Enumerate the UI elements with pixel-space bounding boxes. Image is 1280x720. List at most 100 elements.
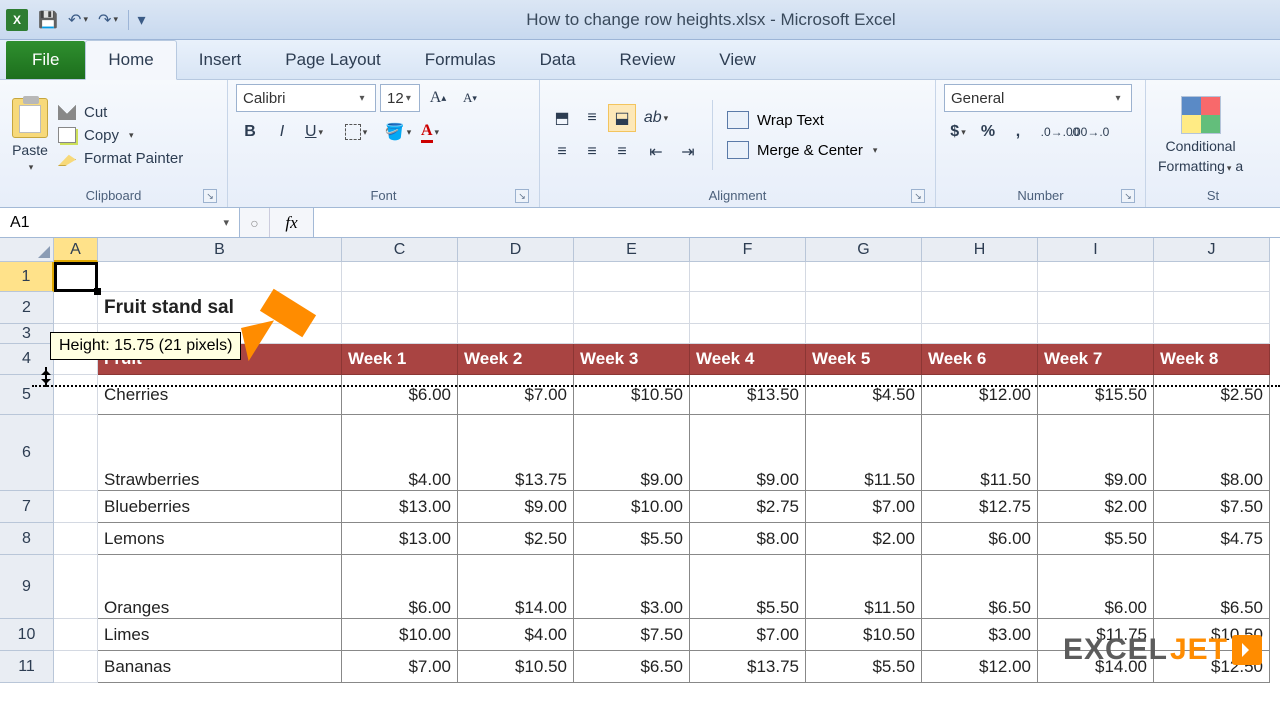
cell[interactable] bbox=[1154, 262, 1270, 292]
column-header[interactable]: I bbox=[1038, 238, 1154, 262]
tab-page-layout[interactable]: Page Layout bbox=[263, 41, 402, 79]
bold-button[interactable]: B bbox=[236, 118, 264, 146]
align-center-button[interactable]: ≡ bbox=[578, 138, 606, 166]
cell[interactable]: Week 5 bbox=[806, 344, 922, 375]
cell[interactable]: $11.50 bbox=[806, 555, 922, 619]
cell[interactable]: $12.75 bbox=[922, 491, 1038, 523]
fx-icon[interactable]: fx bbox=[270, 208, 314, 237]
name-box[interactable]: A1▾ bbox=[0, 208, 240, 237]
cell[interactable] bbox=[574, 292, 690, 324]
cell[interactable] bbox=[922, 324, 1038, 344]
cell[interactable]: $9.00 bbox=[690, 415, 806, 491]
tab-insert[interactable]: Insert bbox=[177, 41, 264, 79]
tab-formulas[interactable]: Formulas bbox=[403, 41, 518, 79]
cell[interactable]: $13.00 bbox=[342, 491, 458, 523]
dialog-launcher-icon[interactable]: ↘ bbox=[203, 189, 217, 203]
cell[interactable] bbox=[690, 292, 806, 324]
column-header[interactable]: C bbox=[342, 238, 458, 262]
tab-view[interactable]: View bbox=[697, 41, 778, 79]
cell[interactable]: Lemons bbox=[98, 523, 342, 555]
cell[interactable]: $9.00 bbox=[458, 491, 574, 523]
cell[interactable]: $6.00 bbox=[922, 523, 1038, 555]
cell[interactable]: $7.50 bbox=[574, 619, 690, 651]
cell[interactable]: $3.00 bbox=[574, 555, 690, 619]
percent-format-button[interactable]: % bbox=[974, 118, 1002, 146]
qat-customize-icon[interactable]: ▾ bbox=[128, 10, 148, 30]
undo-icon[interactable]: ↶▾ bbox=[68, 10, 88, 30]
cell[interactable]: $10.50 bbox=[806, 619, 922, 651]
column-header[interactable]: J bbox=[1154, 238, 1270, 262]
underline-button[interactable]: U▾ bbox=[300, 118, 328, 146]
merge-center-button[interactable]: Merge & Center▾ bbox=[723, 139, 881, 161]
cell[interactable] bbox=[690, 262, 806, 292]
cell[interactable]: $15.50 bbox=[1038, 375, 1154, 415]
cell[interactable] bbox=[54, 292, 98, 324]
cell[interactable] bbox=[54, 523, 98, 555]
cell[interactable]: $7.00 bbox=[342, 651, 458, 683]
column-header[interactable]: D bbox=[458, 238, 574, 262]
cell[interactable] bbox=[922, 292, 1038, 324]
chevron-down-icon[interactable]: ▾ bbox=[223, 216, 229, 229]
number-format-combo[interactable]: General▾ bbox=[944, 84, 1132, 112]
formula-input[interactable] bbox=[314, 208, 1280, 237]
cell[interactable]: Strawberries bbox=[98, 415, 342, 491]
cell[interactable] bbox=[806, 262, 922, 292]
cell[interactable]: $7.00 bbox=[806, 491, 922, 523]
increase-font-button[interactable]: A▴ bbox=[424, 84, 452, 112]
cell[interactable]: $2.00 bbox=[1038, 491, 1154, 523]
cell[interactable]: $10.00 bbox=[574, 491, 690, 523]
cell[interactable]: $2.00 bbox=[806, 523, 922, 555]
cell[interactable] bbox=[806, 324, 922, 344]
column-header[interactable]: B bbox=[98, 238, 342, 262]
conditional-formatting-button[interactable]: Conditional Formatting▾ a bbox=[1154, 96, 1247, 174]
save-icon[interactable]: 💾 bbox=[38, 10, 58, 30]
cell[interactable]: Cherries bbox=[98, 375, 342, 415]
tab-file[interactable]: File bbox=[6, 41, 85, 79]
cell[interactable] bbox=[458, 262, 574, 292]
cell[interactable]: Week 4 bbox=[690, 344, 806, 375]
cell[interactable] bbox=[1038, 324, 1154, 344]
dialog-launcher-icon[interactable]: ↘ bbox=[1121, 189, 1135, 203]
cell[interactable]: $6.00 bbox=[342, 555, 458, 619]
row-header[interactable]: 10 bbox=[0, 619, 54, 651]
cell[interactable]: $9.00 bbox=[1038, 415, 1154, 491]
cell[interactable]: $4.50 bbox=[806, 375, 922, 415]
italic-button[interactable]: I bbox=[268, 118, 296, 146]
cell[interactable] bbox=[1038, 262, 1154, 292]
select-all-corner[interactable] bbox=[0, 238, 54, 262]
align-top-button[interactable]: ⬒ bbox=[548, 104, 576, 132]
cell[interactable] bbox=[1154, 324, 1270, 344]
fill-color-button[interactable]: 🪣▾ bbox=[384, 118, 412, 146]
column-header[interactable]: A bbox=[54, 238, 98, 262]
cell[interactable] bbox=[806, 292, 922, 324]
cell[interactable]: $13.50 bbox=[690, 375, 806, 415]
cell[interactable]: $7.50 bbox=[1154, 491, 1270, 523]
format-painter-button[interactable]: Format Painter bbox=[58, 150, 183, 167]
row-header[interactable]: 9 bbox=[0, 555, 54, 619]
cell[interactable]: Week 8 bbox=[1154, 344, 1270, 375]
cell[interactable]: $6.50 bbox=[1154, 555, 1270, 619]
font-name-combo[interactable]: Calibri▾ bbox=[236, 84, 376, 112]
cell[interactable] bbox=[54, 262, 98, 292]
cell[interactable]: Week 3 bbox=[574, 344, 690, 375]
tab-review[interactable]: Review bbox=[598, 41, 698, 79]
column-header[interactable]: G bbox=[806, 238, 922, 262]
borders-button[interactable]: ▾ bbox=[342, 118, 370, 146]
cell[interactable] bbox=[54, 491, 98, 523]
column-header[interactable]: H bbox=[922, 238, 1038, 262]
cell[interactable]: $10.00 bbox=[342, 619, 458, 651]
cell[interactable]: $6.00 bbox=[1038, 555, 1154, 619]
align-right-button[interactable]: ≡ bbox=[608, 138, 636, 166]
cell[interactable]: Bananas bbox=[98, 651, 342, 683]
redo-icon[interactable]: ↷▾ bbox=[98, 10, 118, 30]
cell[interactable] bbox=[342, 324, 458, 344]
cell[interactable] bbox=[98, 262, 342, 292]
cell[interactable] bbox=[342, 262, 458, 292]
cell[interactable] bbox=[574, 324, 690, 344]
cell[interactable]: $10.50 bbox=[458, 651, 574, 683]
cell[interactable]: $13.00 bbox=[342, 523, 458, 555]
cell[interactable] bbox=[458, 324, 574, 344]
cell[interactable]: $6.50 bbox=[574, 651, 690, 683]
cell[interactable]: Week 1 bbox=[342, 344, 458, 375]
cell[interactable] bbox=[342, 292, 458, 324]
